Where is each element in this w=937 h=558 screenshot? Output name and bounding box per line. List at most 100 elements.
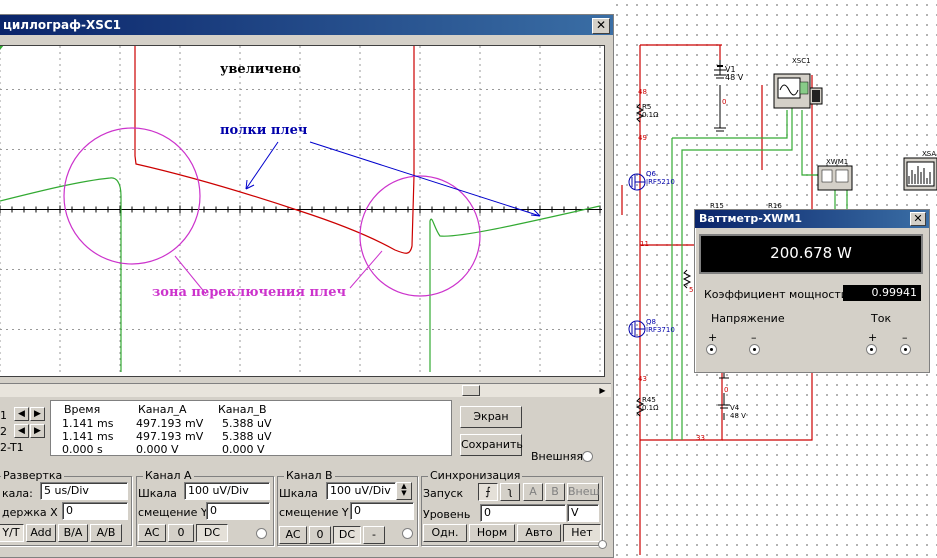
scroll-right-arrow[interactable]: ▶ — [596, 385, 609, 396]
row-2-time: 1.141 ms — [62, 430, 114, 443]
scroll-thumb[interactable] — [462, 385, 480, 396]
current-minus-terminal[interactable] — [900, 344, 911, 355]
row-2-a: 497.193 mV — [136, 430, 204, 443]
wattmeter-title: Ваттметр-XWM1 — [699, 212, 803, 225]
screen-button[interactable]: Экран — [460, 406, 522, 428]
mode-ab-button[interactable]: A/B — [90, 524, 122, 542]
cursor-1-left-button[interactable]: ◀ — [14, 407, 29, 421]
channel-a-zero-button[interactable]: 0 — [168, 524, 194, 542]
row-3-a: 0.000 V — [136, 443, 179, 456]
oscilloscope-titlebar[interactable]: циллограф-XSC1 — [0, 15, 613, 35]
channel-a-scale-input[interactable]: 100 uV/Div — [184, 482, 270, 500]
node-11: 11 — [640, 240, 649, 248]
row-1-a: 497.193 mV — [136, 417, 204, 430]
q8-part: IRF3710 — [646, 326, 675, 334]
voltage-minus-terminal[interactable] — [749, 344, 760, 355]
cursor-2-right-button[interactable]: ▶ — [30, 424, 45, 438]
node-43: 43 — [638, 375, 647, 383]
trigger-normal-button[interactable]: Норм — [469, 524, 515, 542]
external-radio[interactable] — [582, 451, 593, 462]
annotation-zoomed: увеличено — [220, 62, 301, 77]
trigger-external-button[interactable]: Внеш — [567, 483, 600, 501]
trigger-single-button[interactable]: Одн. — [423, 524, 467, 542]
cursor-2-left-button[interactable]: ◀ — [14, 424, 29, 438]
save-button[interactable]: Сохранить — [460, 434, 523, 456]
scope-horizontal-scrollbar[interactable]: ▶ — [0, 383, 611, 397]
wattmeter-reading: 200.678 W — [699, 234, 923, 274]
cursor-1-arrows[interactable]: ◀ ▶ — [14, 407, 46, 421]
voltage-plus-terminal[interactable] — [706, 344, 717, 355]
node-49: 49 — [638, 134, 647, 142]
v1-value: 48 V — [725, 73, 744, 82]
timebase-title: Развертка — [1, 469, 65, 483]
r5-value: 0.1Ω — [642, 111, 659, 119]
mode-ba-button[interactable]: B/A — [58, 524, 88, 542]
channel-b-offset-input[interactable]: 0 — [350, 502, 414, 520]
node-33: 33 — [696, 434, 705, 442]
header-channel-b: Канал_B — [218, 403, 267, 416]
current-minus-label: – — [902, 331, 908, 344]
annotation-switch-zone: зона переключения плеч — [152, 285, 347, 300]
rising-edge-button[interactable]: ⨍ — [478, 483, 498, 501]
voltage-plus-label: + — [708, 331, 718, 344]
current-label: Ток — [871, 312, 892, 325]
v4-label: V4 — [730, 404, 740, 412]
trigger-none-button[interactable]: Нет — [563, 524, 601, 542]
cursor-1-right-button[interactable]: ▶ — [30, 407, 45, 421]
node-0-top: 0 — [722, 98, 727, 106]
xsc1-label: XSC1 — [792, 57, 811, 65]
wattmeter-close-button[interactable]: ✕ — [910, 212, 926, 226]
cursor-readout-table: Время Канал_A Канал_B 1.141 ms 497.193 m… — [50, 400, 452, 456]
wattmeter-titlebar[interactable]: Ваттметр-XWM1 — [695, 210, 929, 228]
scope-screen[interactable] — [0, 46, 602, 372]
channel-a-dc-button[interactable]: DC — [196, 524, 228, 542]
mode-add-button[interactable]: Add — [26, 524, 56, 542]
node-0-bottom: 0 — [724, 386, 729, 394]
r45-label: R45 — [642, 396, 656, 404]
trigger-title: Синхронизация — [428, 469, 523, 483]
channel-b-minus-button[interactable]: - — [363, 526, 385, 544]
trigger-auto-button[interactable]: Авто — [517, 524, 561, 542]
row-1-b: 5.388 uV — [222, 417, 272, 430]
trigger-level-input[interactable]: 0 — [480, 504, 566, 522]
voltage-minus-label: – — [751, 331, 757, 344]
timebase-scale-label: кала: — [2, 487, 33, 500]
q8-label: Q8 — [646, 318, 656, 326]
wattmeter-window[interactable]: Ваттметр-XWM1 ✕ 200.678 W Коэффициент мо… — [694, 209, 930, 373]
q6-part: IRF5210 — [646, 178, 675, 186]
channel-b-scale-input[interactable]: 100 uV/Div — [326, 482, 396, 500]
readout-row-2-label: 2 — [0, 425, 7, 438]
channel-b-dc-button[interactable]: DC — [333, 526, 361, 544]
falling-edge-button[interactable]: ʅ — [500, 483, 520, 501]
row-3-b: 0.000 V — [222, 443, 265, 456]
annotation-arm-shelves: полки плеч — [220, 123, 308, 138]
header-time: Время — [64, 403, 101, 416]
channel-b-ground-radio[interactable] — [402, 528, 413, 539]
channel-a-ac-button[interactable]: AC — [138, 524, 166, 542]
cursor-2-arrows[interactable]: ◀ ▶ — [14, 424, 46, 438]
timebase-scale-input[interactable]: 5 us/Div — [40, 482, 128, 500]
channel-a-offset-label: смещение Y — [138, 506, 208, 519]
readout-row-1-label: 1 — [0, 409, 7, 422]
channel-a-title: Канал А — [143, 469, 194, 483]
xsa-label: XSA — [922, 150, 937, 158]
mode-yt-button[interactable]: Y/T — [0, 524, 24, 542]
trigger-source-b-button[interactable]: B — [545, 483, 565, 501]
trigger-level-unit[interactable]: V — [567, 504, 599, 522]
channel-b-scale-spinner[interactable]: ▲ ▼ — [396, 482, 412, 500]
trigger-level-label: Уровень — [423, 508, 471, 521]
oscilloscope-close-button[interactable]: ✕ — [592, 18, 610, 34]
channel-a-ground-radio[interactable] — [256, 528, 267, 539]
power-factor-value: 0.99941 — [843, 285, 921, 301]
v4-value: 48 V — [730, 412, 746, 420]
channel-b-ac-button[interactable]: AC — [279, 526, 307, 544]
voltage-label: Напряжение — [711, 312, 785, 325]
delay-x-input[interactable]: 0 — [62, 502, 128, 520]
trigger-source-a-button[interactable]: A — [523, 483, 543, 501]
trigger-terminal-radio[interactable] — [598, 540, 607, 549]
oscilloscope-title: циллограф-XSC1 — [3, 18, 122, 32]
r45-value: 0.1Ω — [642, 404, 659, 412]
channel-a-offset-input[interactable]: 0 — [206, 502, 270, 520]
current-plus-terminal[interactable] — [866, 344, 877, 355]
channel-b-zero-button[interactable]: 0 — [309, 526, 331, 544]
